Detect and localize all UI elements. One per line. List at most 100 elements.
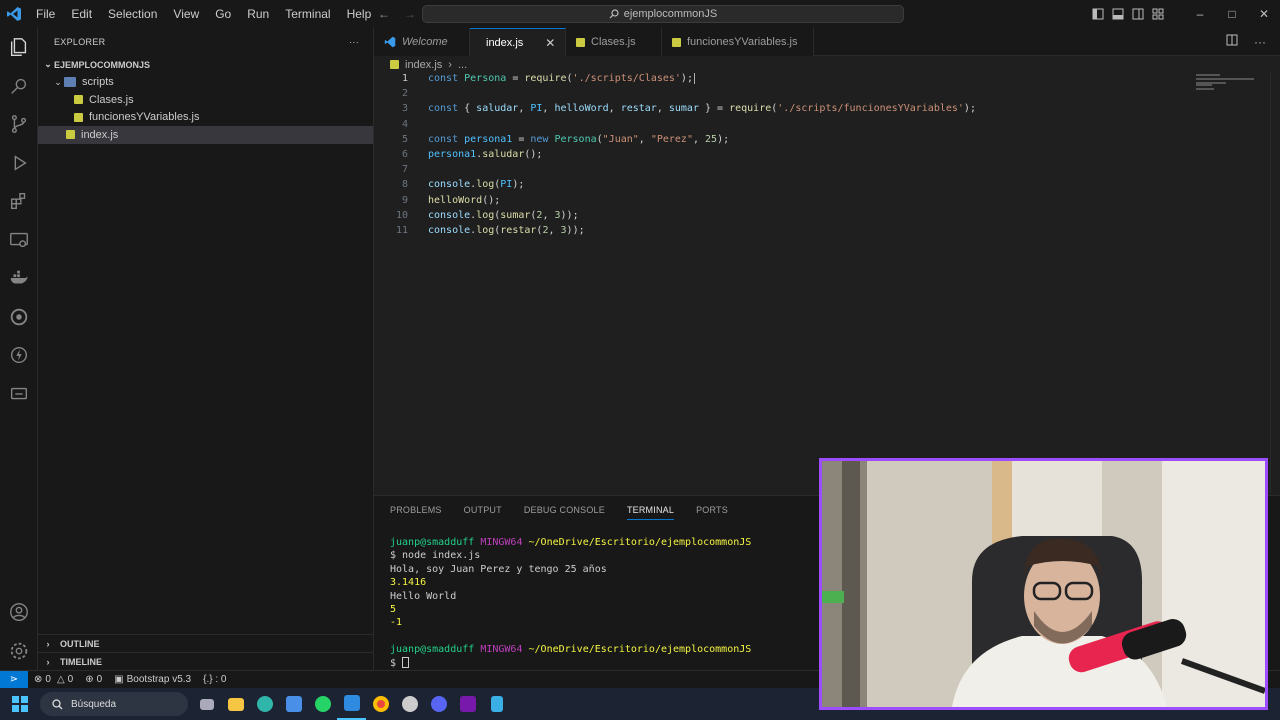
toggle-panel-icon[interactable] <box>1108 0 1128 28</box>
tab-ports[interactable]: PORTS <box>696 505 728 515</box>
code-line: 6 persona1.saludar(); <box>374 149 1280 164</box>
menu-help[interactable]: Help <box>339 0 380 28</box>
file-explorer-icon[interactable] <box>221 688 250 720</box>
file-row-index[interactable]: index.js <box>38 126 373 144</box>
menu-terminal[interactable]: Terminal <box>277 0 338 28</box>
file-row-clases[interactable]: Clases.js <box>38 91 373 109</box>
forward-arrow-icon[interactable]: → <box>404 7 416 21</box>
line-number: 10 <box>395 209 408 221</box>
vscode-logo-icon <box>384 36 396 48</box>
code-line: 10 console.log(sumar(2, 3)); <box>374 210 1280 225</box>
customize-layout-icon[interactable] <box>1148 0 1168 28</box>
run-debug-icon[interactable] <box>0 144 38 183</box>
tab-problems[interactable]: PROBLEMS <box>390 505 442 515</box>
maximize-icon[interactable]: □ <box>1216 0 1248 28</box>
whatsapp-icon[interactable] <box>308 688 337 720</box>
breadcrumb-rest[interactable]: ... <box>458 59 467 71</box>
menu-selection[interactable]: Selection <box>100 0 165 28</box>
editor-scrollbar[interactable] <box>1270 73 1280 493</box>
toggle-primary-sidebar-icon[interactable] <box>1088 0 1108 28</box>
docker-icon[interactable] <box>0 259 38 298</box>
title-bar: File Edit Selection View Go Run Terminal… <box>0 0 1280 28</box>
tab-terminal[interactable]: TERMINAL <box>626 505 675 520</box>
extensions-icon[interactable] <box>0 182 38 221</box>
github-desktop-icon[interactable] <box>395 688 424 720</box>
explorer-icon[interactable] <box>0 28 38 67</box>
code-text: const persona1 = new Persona("Juan", "Pe… <box>428 133 730 145</box>
menu-run[interactable]: Run <box>239 0 277 28</box>
microsoft-store-icon[interactable] <box>279 688 308 720</box>
nav-arrows: ← → <box>378 0 416 28</box>
code-line: 7 <box>374 164 1280 179</box>
close-icon[interactable]: ✕ <box>1248 0 1280 28</box>
warning-count: 0 <box>67 674 74 685</box>
thunder-client-icon[interactable] <box>0 336 38 375</box>
project-folder-row[interactable]: ⌄ EJEMPLOCOMMONJS <box>38 56 373 74</box>
edge-browser-icon[interactable] <box>250 688 279 720</box>
more-actions-icon[interactable]: ··· <box>1254 35 1266 49</box>
windows-start-icon[interactable] <box>0 688 40 720</box>
line-number: 11 <box>395 224 408 236</box>
js-file-icon <box>74 112 83 122</box>
live-share-icon[interactable] <box>0 375 38 414</box>
bootstrap-status[interactable]: ▣ Bootstrap v5.3 <box>108 674 197 685</box>
discord-icon[interactable] <box>424 688 453 720</box>
source-control-icon[interactable] <box>0 105 38 144</box>
chevron-right-icon: › <box>46 656 50 667</box>
outline-section[interactable]: › OUTLINE <box>38 634 374 652</box>
menu-edit[interactable]: Edit <box>63 0 100 28</box>
folder-row-scripts[interactable]: ⌄ scripts <box>38 74 373 92</box>
code-line: 9 helloWord(); <box>374 195 1280 210</box>
breadcrumb: index.js › ... <box>374 56 1280 73</box>
notepad-icon[interactable] <box>482 688 511 720</box>
explorer-more-actions[interactable]: ··· <box>349 37 359 47</box>
minimap[interactable] <box>1196 74 1266 94</box>
tab-clases-js[interactable]: Clases.js <box>566 28 662 56</box>
back-arrow-icon[interactable]: ← <box>378 7 390 21</box>
tab-label: funcionesYVariables.js <box>687 36 798 48</box>
menu-view[interactable]: View <box>165 0 207 28</box>
remote-explorer-icon[interactable] <box>0 221 38 260</box>
remote-indicator-icon[interactable]: ⋗ <box>0 670 28 689</box>
vscode-taskbar-icon[interactable] <box>337 688 366 720</box>
editor-actions: ··· <box>1226 28 1280 55</box>
line-number: 5 <box>401 133 408 145</box>
tab-index-js[interactable]: index.js ✕ <box>470 28 566 56</box>
command-center-search[interactable]: ejemplocommonJS <box>422 5 904 23</box>
timeline-section[interactable]: › TIMELINE <box>38 652 374 670</box>
task-view-icon[interactable] <box>192 688 221 720</box>
tab-output[interactable]: OUTPUT <box>464 505 502 515</box>
code-line: 2 <box>374 88 1280 103</box>
tab-funciones-js[interactable]: funcionesYVariables.js <box>662 28 814 56</box>
account-icon[interactable] <box>0 593 38 632</box>
chevron-down-icon: ⌄ <box>54 76 62 87</box>
chrome-icon[interactable] <box>366 688 395 720</box>
outline-title: OUTLINE <box>60 638 100 649</box>
close-tab-icon[interactable]: ✕ <box>545 36 555 50</box>
menu-go[interactable]: Go <box>207 0 239 28</box>
taskbar-search-label: Búsqueda <box>71 698 117 710</box>
taskbar-search[interactable]: Búsqueda <box>40 692 188 716</box>
split-editor-icon[interactable] <box>1226 34 1238 49</box>
ports-status[interactable]: ⊕ 0 <box>79 674 108 685</box>
menu-file[interactable]: File <box>28 0 63 28</box>
braces-status[interactable]: {.} : 0 <box>197 674 232 685</box>
code-editor[interactable]: 1 const Persona = require('./scripts/Clas… <box>374 73 1280 240</box>
explorer-header: EXPLORER ··· <box>38 28 373 56</box>
toggle-secondary-sidebar-icon[interactable] <box>1128 0 1148 28</box>
problems-status[interactable]: ⊗ 0 △ 0 <box>28 674 79 685</box>
breadcrumb-file[interactable]: index.js <box>405 59 442 71</box>
search-icon <box>609 9 619 19</box>
minimize-icon[interactable]: – <box>1184 0 1216 28</box>
file-row-funciones[interactable]: funcionesYVariables.js <box>38 109 373 127</box>
tab-debug-console[interactable]: DEBUG CONSOLE <box>524 505 605 515</box>
onenote-icon[interactable] <box>453 688 482 720</box>
settings-gear-icon[interactable] <box>0 632 38 671</box>
gitlens-icon[interactable] <box>0 298 38 337</box>
search-icon[interactable] <box>0 67 38 106</box>
tab-welcome[interactable]: Welcome <box>374 28 470 56</box>
project-name: EJEMPLOCOMMONJS <box>54 59 151 70</box>
chevron-right-icon: › <box>46 638 50 649</box>
error-icon: ⊗ <box>34 674 43 685</box>
folder-label: scripts <box>82 76 114 89</box>
